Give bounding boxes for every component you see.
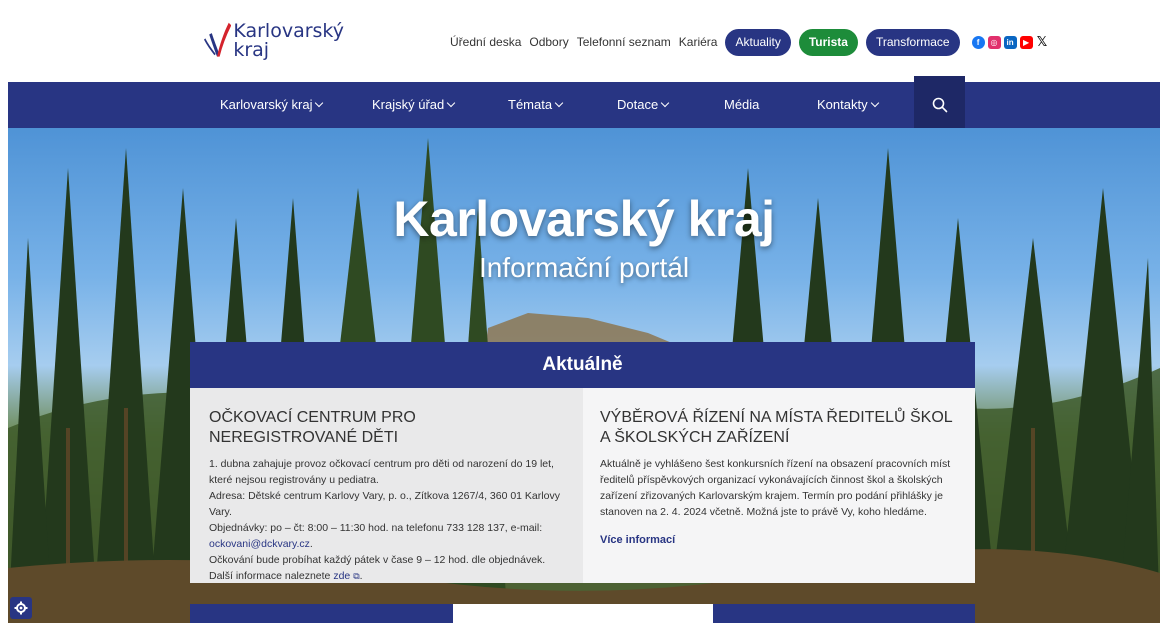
zde-link[interactable]: zde ⧉ <box>333 570 359 582</box>
aktualne-heading: Aktuálně <box>190 342 975 388</box>
nav-label: Témata <box>508 97 553 112</box>
search-icon <box>932 97 947 113</box>
bottom-tile-left <box>190 604 453 623</box>
bottom-tile-right <box>713 604 975 623</box>
nav-krajsky-urad[interactable]: Krajský úřad <box>372 82 456 128</box>
site-header: Karlovarský kraj Úřední deska Odbory Tel… <box>0 0 1160 82</box>
transformace-button[interactable]: Transformace <box>865 28 960 56</box>
zde-link-label: zde <box>333 570 351 582</box>
news-paragraph: Adresa: Dětské centrum Karlovy Vary, p. … <box>209 490 560 518</box>
nav-kontakty[interactable]: Kontakty <box>817 82 879 128</box>
nav-label: Krajský úřad <box>372 97 445 112</box>
nav-media[interactable]: Média <box>724 82 759 128</box>
news-body: 1. dubna zahajuje provoz očkovací centru… <box>209 456 564 584</box>
news-text: . <box>309 538 313 550</box>
facebook-icon[interactable]: f <box>971 35 985 49</box>
nav-label: Dotace <box>617 97 659 112</box>
hero-subtitle: Informační portál <box>478 252 690 283</box>
email-link[interactable]: ockovani@dckvary.cz <box>209 538 310 550</box>
nav-karlovarsky-kraj[interactable]: Karlovarský kraj <box>220 82 324 128</box>
instagram-icon[interactable]: ◎ <box>987 35 1001 49</box>
bottom-tile-middle <box>453 604 713 623</box>
chevron-down-icon <box>315 98 324 108</box>
site-logo[interactable]: Karlovarský kraj <box>204 10 344 72</box>
gear-icon <box>14 601 28 615</box>
nav-label: Kontakty <box>817 97 868 112</box>
search-button[interactable] <box>914 76 965 134</box>
top-links: Úřední deska Odbory Telefonní seznam Kar… <box>450 28 1049 56</box>
news-paragraph: 1. dubna zahajuje provoz očkovací centru… <box>209 458 554 486</box>
logo-mark-icon <box>204 22 232 57</box>
news-paragraph: Objednávky: po – čt: 8:00 – 11:30 hod. n… <box>209 522 543 534</box>
turista-button[interactable]: Turista <box>798 28 858 56</box>
hero-title: Karlovarský kraj <box>393 191 775 247</box>
news-email-line: ockovani@dckvary.cz. <box>209 536 564 552</box>
news-body: Aktuálně je vyhlášeno šest konkursních ř… <box>600 458 951 518</box>
logo-text: Karlovarský kraj <box>233 22 344 60</box>
news-card-vyberova-rizeni: VÝBĚROVÁ ŘÍZENÍ NA MÍSTA ŘEDITELŮ ŠKOL A… <box>583 388 975 583</box>
x-icon[interactable]: 𝕏 <box>1035 34 1049 49</box>
news-text: . <box>359 570 363 582</box>
link-odbory[interactable]: Odbory <box>529 35 568 49</box>
chevron-down-icon <box>447 98 456 108</box>
nav-label: Média <box>724 97 760 112</box>
main-navigation: Karlovarský kraj Krajský úřad Témata Dot… <box>8 76 1160 134</box>
vice-informaci-link[interactable]: Více informací <box>600 534 956 546</box>
link-uredni-deska[interactable]: Úřední deska <box>450 35 521 49</box>
news-title: OČKOVACÍ CENTRUM PRO NEREGISTROVANÉ DĚTI <box>209 409 416 446</box>
chevron-down-icon <box>660 98 670 108</box>
chevron-down-icon <box>870 98 879 108</box>
news-card-ockovani: OČKOVACÍ CENTRUM PRO NEREGISTROVANÉ DĚTI… <box>190 388 583 583</box>
accessibility-settings-button[interactable] <box>10 597 32 619</box>
youtube-icon[interactable]: ▶ <box>1019 35 1033 49</box>
social-links: f ◎ in ▶ 𝕏 <box>971 34 1049 49</box>
chevron-down-icon <box>554 98 564 108</box>
news-text: Další informace naleznete <box>209 570 334 582</box>
logo-text-line2: kraj <box>233 39 270 61</box>
link-telefonni-seznam[interactable]: Telefonní seznam <box>577 35 671 49</box>
linkedin-icon[interactable]: in <box>1003 35 1017 49</box>
nav-label: Karlovarský kraj <box>220 97 313 112</box>
news-more-line: Další informace naleznete zde ⧉. <box>209 568 564 584</box>
news-paragraph: Očkování bude probíhat každý pátek v čas… <box>209 554 546 566</box>
link-kariera[interactable]: Kariéra <box>679 35 718 49</box>
news-title: VÝBĚROVÁ ŘÍZENÍ NA MÍSTA ŘEDITELŮ ŠKOL A… <box>600 409 953 446</box>
nav-temata[interactable]: Témata <box>508 82 564 128</box>
aktuality-button[interactable]: Aktuality <box>725 28 791 56</box>
nav-dotace[interactable]: Dotace <box>617 82 670 128</box>
